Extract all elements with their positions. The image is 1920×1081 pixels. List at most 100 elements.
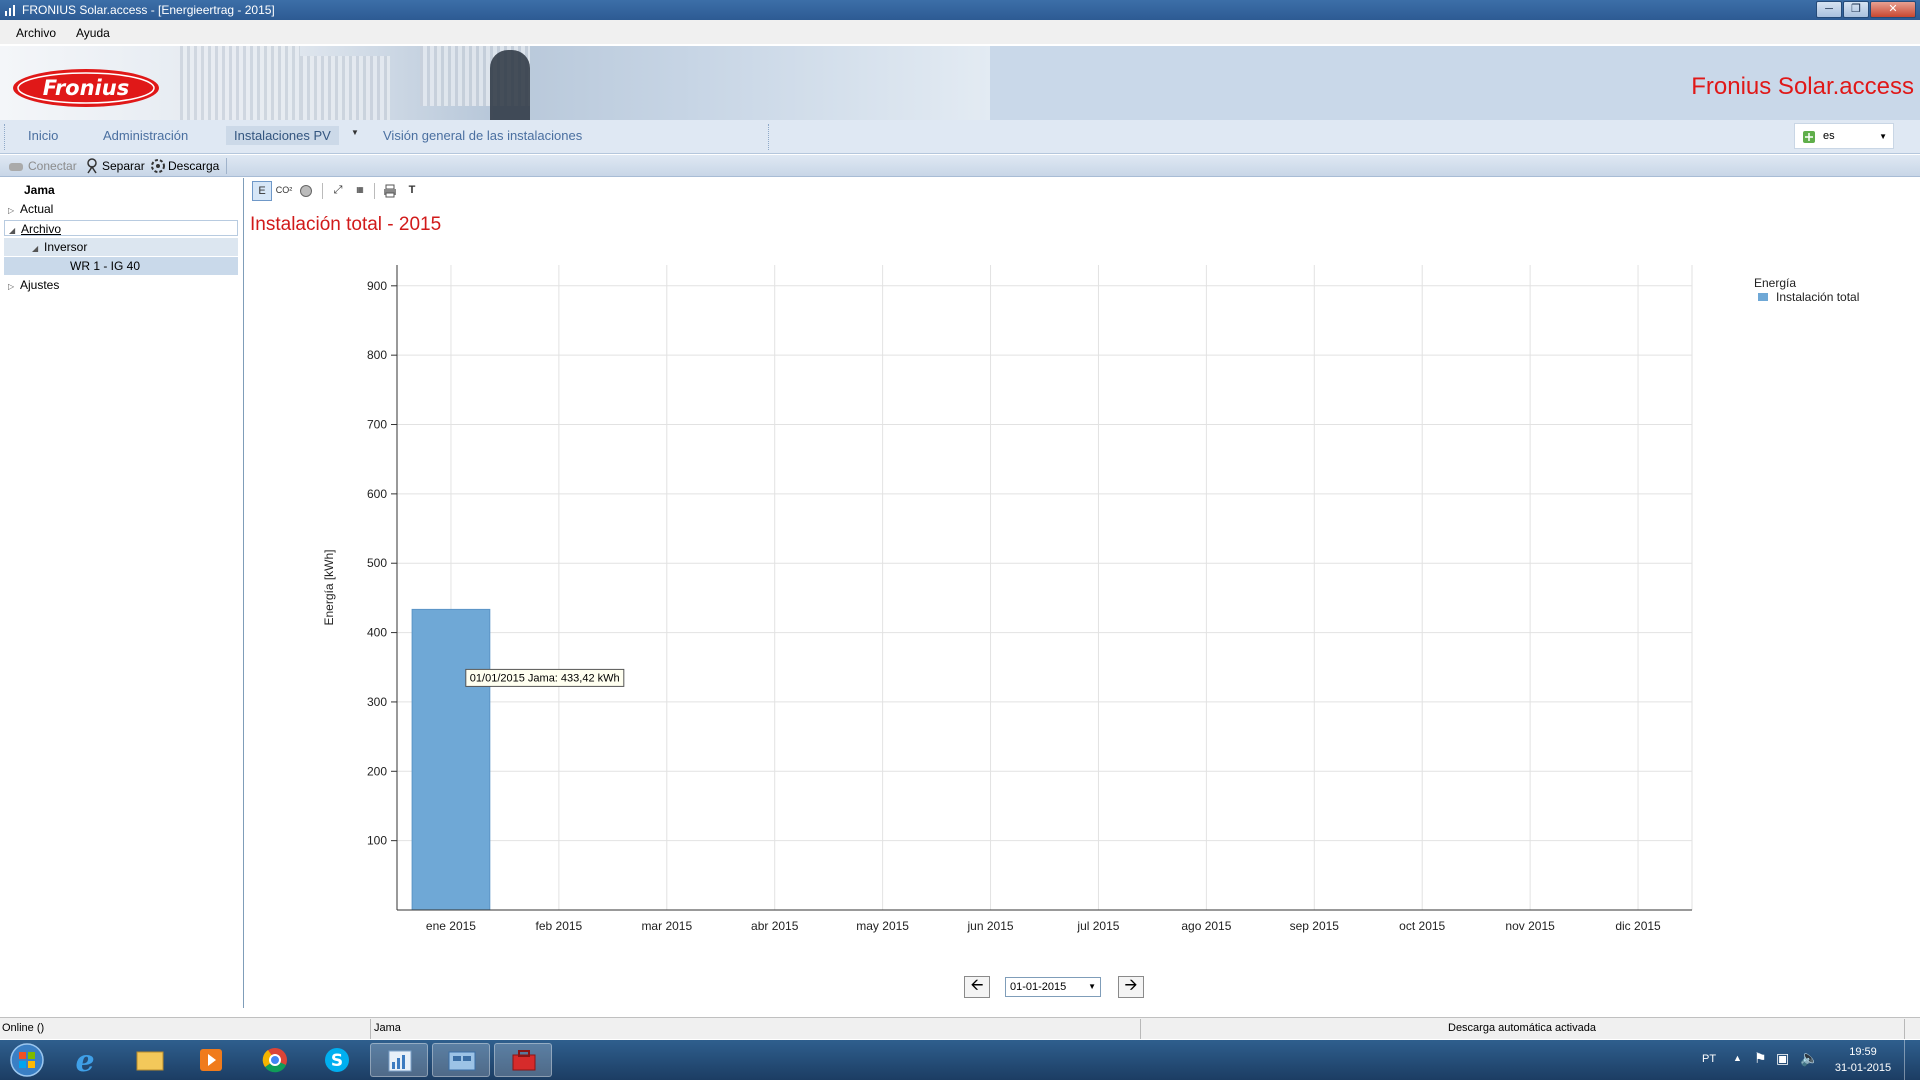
nav-bar: Inicio Administración Instalaciones PV ▼… bbox=[0, 120, 1920, 154]
x-tick-label: ago 2015 bbox=[1181, 919, 1231, 933]
tab-inicio[interactable]: Inicio bbox=[28, 128, 58, 143]
tray-volume-icon[interactable]: 🔈 bbox=[1800, 1049, 1819, 1067]
tray-language[interactable]: PT bbox=[1702, 1053, 1716, 1065]
zoom-fit-button[interactable]: ⤢ bbox=[328, 181, 348, 201]
tree-item-wr1[interactable]: WR 1 - IG 40 bbox=[4, 257, 238, 275]
clock-date[interactable]: 31-01-2015 bbox=[1828, 1062, 1898, 1074]
status-installation: Jama bbox=[374, 1022, 401, 1034]
tray-network-icon[interactable]: ▣ bbox=[1776, 1050, 1789, 1067]
date-select[interactable]: 01-01-2015 ▼ bbox=[1005, 977, 1101, 997]
tray-flag-icon[interactable]: ⚑ bbox=[1754, 1050, 1767, 1067]
language-select[interactable]: es ▼ bbox=[1794, 123, 1894, 149]
x-tick-label: oct 2015 bbox=[1399, 919, 1445, 933]
tab-dropdown-icon[interactable]: ▼ bbox=[351, 128, 359, 137]
download-icon bbox=[151, 159, 165, 173]
energy-view-button[interactable]: E bbox=[252, 181, 272, 201]
bar-ene-2015[interactable] bbox=[411, 608, 491, 911]
taskbar-media-player-icon[interactable] bbox=[182, 1043, 240, 1077]
legend-item: Instalación total bbox=[1776, 290, 1860, 304]
legend-title: Energía bbox=[1754, 276, 1797, 290]
taskbar-control-panel-icon[interactable] bbox=[432, 1043, 490, 1077]
start-button[interactable] bbox=[4, 1042, 50, 1078]
chart-toolbar: E CO² ⤢ ▦ T bbox=[246, 180, 446, 202]
x-tick-label: feb 2015 bbox=[536, 919, 583, 933]
logo-text: Fronius bbox=[43, 76, 129, 100]
expand-icon: ▷ bbox=[8, 282, 15, 291]
chevron-down-icon: ▼ bbox=[1879, 132, 1887, 141]
chevron-down-icon: ▼ bbox=[1088, 982, 1096, 991]
y-tick-label: 800 bbox=[367, 348, 387, 362]
x-tick-label: abr 2015 bbox=[751, 919, 799, 933]
download-button[interactable]: Descarga bbox=[168, 159, 219, 173]
y-tick-label: 500 bbox=[367, 556, 387, 570]
separate-button[interactable]: Separar bbox=[102, 159, 145, 173]
x-tick-label: jul 2015 bbox=[1076, 919, 1119, 933]
y-tick-label: 200 bbox=[367, 764, 387, 778]
tab-administracion[interactable]: Administración bbox=[103, 128, 188, 143]
close-button[interactable]: ✕ bbox=[1870, 1, 1916, 18]
tree-item-archivo[interactable]: ◢ Archivo bbox=[4, 220, 238, 236]
tree-item-inversor[interactable]: ◢ Inversor bbox=[4, 238, 238, 256]
clock-time[interactable]: 19:59 bbox=[1828, 1046, 1898, 1058]
app-icon bbox=[5, 5, 15, 16]
table-text-button[interactable]: T bbox=[402, 181, 422, 201]
tab-instalaciones-pv[interactable]: Instalaciones PV bbox=[226, 126, 339, 145]
collapse-icon: ◢ bbox=[32, 244, 39, 253]
tree-item-actual[interactable]: ▷ Actual bbox=[8, 202, 53, 216]
taskbar-ie-icon[interactable]: e bbox=[56, 1043, 114, 1079]
taskbar-chrome-icon[interactable] bbox=[246, 1043, 304, 1077]
menu-archivo[interactable]: Archivo bbox=[16, 26, 56, 40]
minimize-button[interactable]: ─ bbox=[1816, 1, 1842, 18]
tree-item-ajustes[interactable]: ▷ Ajustes bbox=[8, 278, 59, 292]
language-globe-icon bbox=[1803, 131, 1815, 143]
arrow-left-icon: 🡨 bbox=[970, 977, 984, 994]
x-tick-label: jun 2015 bbox=[967, 919, 1014, 933]
y-axis-label: Energía [kWh] bbox=[322, 549, 336, 625]
taskbar-solar-access-icon[interactable] bbox=[370, 1043, 428, 1077]
next-period-button[interactable]: 🡪 bbox=[1118, 976, 1144, 998]
y-tick-label: 900 bbox=[367, 279, 387, 293]
taskbar-skype-icon[interactable]: S bbox=[308, 1043, 366, 1077]
status-bar: Online () Jama Descarga automática activ… bbox=[0, 1017, 1920, 1039]
date-value: 01-01-2015 bbox=[1010, 981, 1067, 993]
fronius-logo: Fronius bbox=[13, 69, 159, 107]
menu-ayuda[interactable]: Ayuda bbox=[76, 26, 110, 40]
printer-icon bbox=[384, 184, 396, 198]
taskbar-explorer-icon[interactable] bbox=[120, 1043, 178, 1077]
window-title-bar[interactable]: FRONIUS Solar.access - [Energieertrag - … bbox=[0, 0, 1920, 20]
language-value: es bbox=[1823, 130, 1835, 142]
connection-toolbar: Conectar Separar Descarga bbox=[0, 155, 1920, 177]
windows-taskbar: e S PT ▲ ⚑ ▣ 🔈 19:59 31-01-2015 bbox=[0, 1040, 1920, 1080]
tray-show-hidden-icon[interactable]: ▲ bbox=[1733, 1053, 1742, 1063]
y-tick-label: 600 bbox=[367, 487, 387, 501]
tooltip-text: 01/01/2015 Jama: 433,42 kWh bbox=[470, 672, 620, 684]
tab-vision-general[interactable]: Visión general de las instalaciones bbox=[383, 128, 582, 143]
status-auto-download: Descarga automática activada bbox=[1448, 1022, 1596, 1034]
maximize-button[interactable]: ❐ bbox=[1843, 1, 1869, 18]
connect-button[interactable]: Conectar bbox=[28, 159, 77, 173]
y-tick-label: 400 bbox=[367, 626, 387, 640]
svg-text:S: S bbox=[331, 1051, 343, 1071]
x-tick-label: may 2015 bbox=[856, 919, 909, 933]
x-tick-label: ene 2015 bbox=[426, 919, 476, 933]
energy-chart: 100 200 300 400 500 600 700 800 900 ene 2015 feb 2… bbox=[322, 265, 1693, 933]
separate-icon bbox=[87, 158, 97, 174]
bar-tooltip: 01/01/2015 Jama: 433,42 kWh bbox=[465, 668, 625, 687]
y-tick-label: 100 bbox=[367, 834, 387, 848]
svg-text:e: e bbox=[75, 1044, 94, 1077]
show-desktop-button[interactable] bbox=[1904, 1040, 1920, 1080]
chart-title: Instalación total - 2015 bbox=[250, 214, 442, 235]
tree-root[interactable]: Jama bbox=[24, 183, 55, 197]
print-button[interactable] bbox=[380, 181, 400, 201]
expand-icon: ▷ bbox=[8, 206, 15, 215]
x-tick-label: dic 2015 bbox=[1615, 919, 1661, 933]
co2-view-button[interactable]: CO² bbox=[274, 181, 294, 201]
sidebar-tree: Jama ▷ Actual ◢ Archivo ◢ Inversor WR 1 - I… bbox=[0, 178, 244, 1008]
money-view-button[interactable] bbox=[296, 181, 316, 201]
kwp-button[interactable]: ▦ bbox=[350, 181, 370, 201]
window-title: FRONIUS Solar.access - [Energieertrag - … bbox=[22, 3, 275, 17]
taskbar-toolbox-icon[interactable] bbox=[494, 1043, 552, 1077]
legend-swatch bbox=[1758, 293, 1768, 301]
arrow-right-icon: 🡪 bbox=[1124, 977, 1138, 994]
previous-period-button[interactable]: 🡨 bbox=[964, 976, 990, 998]
